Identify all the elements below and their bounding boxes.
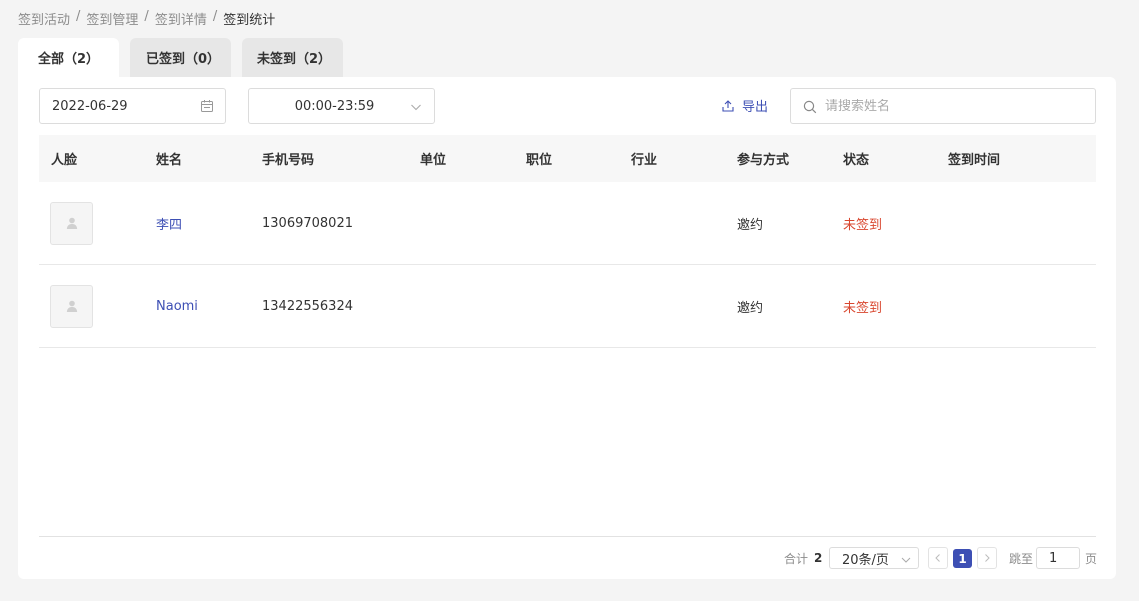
total-count: 合计 2 xyxy=(784,547,822,569)
method-cell: 邀约 xyxy=(737,300,764,316)
column-header: 手机号码 xyxy=(262,153,315,168)
status-tabs: 全部（2） 已签到（0） 未签到（2） xyxy=(18,38,354,77)
breadcrumb-separator: / xyxy=(212,9,218,24)
calendar-icon xyxy=(201,100,213,112)
next-page-button[interactable] xyxy=(977,547,997,569)
tab-unsigned[interactable]: 未签到（2） xyxy=(242,38,343,77)
status-badge: 未签到 xyxy=(843,300,883,316)
jump-page-input[interactable]: 1 xyxy=(1036,547,1080,569)
export-label: 导出 xyxy=(742,100,769,115)
export-button[interactable]: 导出 xyxy=(722,96,768,115)
column-header: 单位 xyxy=(420,153,447,168)
attendee-table: 人脸 姓名 手机号码 单位 职位 行业 参与方式 状态 签到时间 李四 1306… xyxy=(39,135,1096,348)
column-header: 参与方式 xyxy=(737,153,790,168)
attendee-name-link[interactable]: 李四 xyxy=(144,214,250,233)
prev-page-button[interactable] xyxy=(928,547,948,569)
phone-cell: 13069708021 xyxy=(262,215,353,231)
total-label: 合计 xyxy=(784,551,809,566)
attendee-name-link[interactable]: Naomi xyxy=(144,299,250,314)
footer-divider xyxy=(39,536,1096,537)
column-header: 职位 xyxy=(526,153,553,168)
column-header: 姓名 xyxy=(156,153,183,168)
main-panel: 2022-06-29 00:00-23:59 导出 人脸 xyxy=(18,77,1116,579)
table-row: Naomi 13422556324 邀约 未签到 xyxy=(39,265,1096,348)
time-range-value: 00:00-23:59 xyxy=(294,98,375,114)
breadcrumb-separator: / xyxy=(76,9,81,24)
breadcrumb: 签到活动 / 签到管理 / 签到详情 / 签到统计 xyxy=(18,9,275,28)
date-value: 2022-06-29 xyxy=(52,98,128,114)
jump-label: 跳至 xyxy=(1009,551,1034,566)
column-header: 人脸 xyxy=(51,153,78,168)
chevron-left-icon xyxy=(935,554,940,562)
total-value: 2 xyxy=(814,551,823,565)
breadcrumb-separator: / xyxy=(144,9,149,24)
page-number-current[interactable]: 1 xyxy=(953,549,972,568)
pagination: 合计 2 20条/页 1 跳至 1 页 xyxy=(18,547,1116,571)
column-header: 签到时间 xyxy=(948,153,1001,168)
chevron-down-icon xyxy=(901,557,911,563)
column-header: 行业 xyxy=(631,153,658,168)
column-header: 状态 xyxy=(843,153,870,168)
status-badge: 未签到 xyxy=(843,217,883,233)
page-size-value: 20条/页 xyxy=(842,552,889,568)
avatar[interactable] xyxy=(50,201,93,245)
page-size-select[interactable]: 20条/页 xyxy=(829,547,919,569)
search-input[interactable] xyxy=(825,98,1085,114)
table-header: 人脸 姓名 手机号码 单位 职位 行业 参与方式 状态 签到时间 xyxy=(39,135,1096,182)
upload-icon xyxy=(722,99,734,112)
table-row: 李四 13069708021 邀约 未签到 xyxy=(39,182,1096,265)
time-range-select[interactable]: 00:00-23:59 xyxy=(248,88,435,124)
chevron-down-icon xyxy=(411,104,421,111)
search-icon xyxy=(803,100,817,114)
page-suffix: 页 xyxy=(1085,551,1098,566)
breadcrumb-item-activity[interactable]: 签到活动 xyxy=(18,9,70,28)
breadcrumb-item-detail[interactable]: 签到详情 xyxy=(155,9,207,28)
date-picker[interactable]: 2022-06-29 xyxy=(39,88,226,124)
face-cell xyxy=(39,201,144,245)
search-box xyxy=(790,88,1096,124)
phone-cell: 13422556324 xyxy=(262,298,353,314)
breadcrumb-current: 签到统计 xyxy=(223,13,276,28)
face-cell xyxy=(39,284,144,328)
avatar[interactable] xyxy=(50,284,93,328)
tab-all[interactable]: 全部（2） xyxy=(18,38,119,77)
breadcrumb-item-management[interactable]: 签到管理 xyxy=(86,9,138,28)
user-placeholder-icon xyxy=(66,217,77,229)
tab-signed[interactable]: 已签到（0） xyxy=(130,38,231,77)
chevron-right-icon xyxy=(985,554,990,562)
user-placeholder-icon xyxy=(66,300,77,312)
method-cell: 邀约 xyxy=(737,217,764,233)
